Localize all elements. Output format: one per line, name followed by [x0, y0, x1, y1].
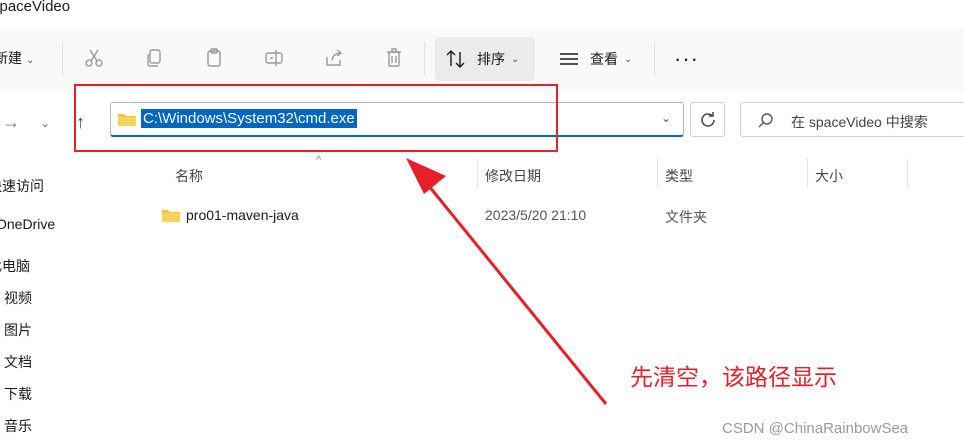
column-divider[interactable]	[807, 158, 808, 188]
column-header-name[interactable]: 名称	[175, 166, 203, 186]
view-label: 查看	[590, 51, 618, 67]
sidebar-item-videos[interactable]: 视频	[4, 288, 32, 308]
new-button[interactable]: 新建 ⌄	[0, 48, 34, 68]
column-divider[interactable]	[657, 158, 658, 188]
folder-icon	[161, 207, 181, 228]
sort-button[interactable]: 排序 ⌄	[435, 37, 535, 81]
view-button[interactable]: 查看 ⌄	[548, 37, 642, 81]
file-modified: 2023/5/20 21:10	[485, 207, 587, 223]
sort-label: 排序	[477, 51, 505, 67]
file-type: 文件夹	[665, 209, 707, 225]
delete-icon[interactable]	[380, 44, 408, 72]
navigation-pane: 快速访问 OneDrive 此电脑 视频 图片 文档 下载 音乐	[0, 160, 135, 445]
share-icon[interactable]	[320, 44, 348, 72]
annotation-text: 先清空，该路径显示	[630, 364, 837, 390]
sidebar-item-downloads[interactable]: 下载	[4, 384, 32, 404]
column-header-type[interactable]: 类型	[665, 166, 693, 186]
highlight-box	[74, 84, 558, 152]
sidebar-item-this-pc[interactable]: 此电脑	[0, 256, 30, 276]
new-label: 新建	[0, 50, 22, 66]
sidebar-item-onedrive[interactable]: OneDrive	[0, 216, 55, 232]
toolbar-divider	[424, 42, 425, 76]
column-divider[interactable]	[907, 158, 908, 188]
search-icon	[757, 112, 775, 135]
search-placeholder: 在 spaceVideo 中搜索	[791, 114, 928, 130]
sort-up-chevron-icon: ^	[316, 154, 322, 166]
column-header-size[interactable]: 大小	[815, 166, 843, 186]
table-row[interactable]: pro01-maven-java 2023/5/20 21:10 文件夹	[135, 198, 964, 230]
chevron-down-icon: ⌄	[511, 53, 520, 65]
column-headers: ^ 名称 修改日期 类型 大小	[135, 154, 964, 190]
window-title: spaceVideo	[0, 0, 71, 15]
recent-locations-chevron-icon[interactable]: ⌄	[40, 116, 50, 130]
sidebar-item-quick-access[interactable]: 快速访问	[0, 176, 44, 196]
sidebar-item-music[interactable]: 音乐	[4, 416, 32, 436]
sort-icon	[445, 48, 469, 70]
chevron-down-icon[interactable]: ⌄	[661, 111, 671, 125]
toolbar-divider	[62, 42, 63, 76]
chevron-down-icon: ⌄	[26, 55, 35, 66]
refresh-button[interactable]	[690, 102, 725, 137]
refresh-icon	[700, 111, 715, 127]
file-name[interactable]: pro01-maven-java	[186, 207, 299, 223]
rename-icon[interactable]	[260, 44, 288, 72]
column-header-modified[interactable]: 修改日期	[485, 166, 541, 186]
search-box[interactable]: 在 spaceVideo 中搜索	[740, 102, 964, 137]
chevron-down-icon: ⌄	[624, 53, 633, 65]
more-options-button[interactable]: ···	[674, 46, 699, 72]
command-bar: 新建 ⌄ 排序 ⌄ 查看 ⌄ ···	[0, 28, 964, 90]
paste-icon[interactable]	[200, 44, 228, 72]
cut-icon[interactable]	[80, 44, 108, 72]
watermark: CSDN @ChinaRainbowSea	[722, 420, 909, 437]
view-list-icon	[558, 48, 582, 70]
forward-arrow-icon[interactable]: →	[2, 112, 20, 133]
column-divider[interactable]	[477, 158, 478, 188]
sidebar-item-pictures[interactable]: 图片	[4, 320, 32, 340]
copy-icon[interactable]	[140, 44, 168, 72]
toolbar-divider	[654, 42, 655, 76]
sidebar-item-documents[interactable]: 文档	[4, 352, 32, 372]
